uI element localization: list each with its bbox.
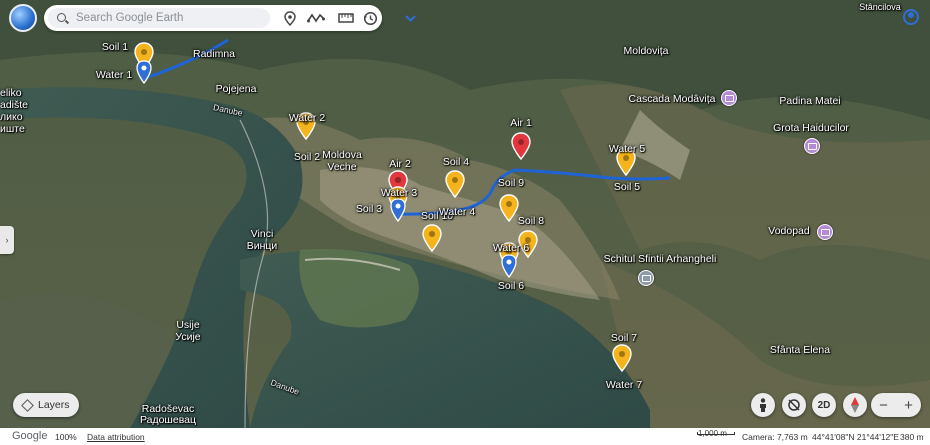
poi-waterfall-icon[interactable] — [817, 224, 833, 240]
water-1-pin[interactable] — [134, 56, 154, 84]
expand-panel-chevron-icon[interactable]: › — [0, 226, 14, 254]
account-icon[interactable] — [903, 9, 919, 25]
marker-label-water-7: Water 7 — [605, 379, 643, 391]
marker-label-soil-3: Soil 3 — [355, 203, 383, 215]
place-label-sfanta-elena: Sfânta Elena — [769, 344, 831, 356]
place-label-grota: Grota Haiducilor — [773, 122, 849, 134]
path-icon[interactable] — [305, 9, 327, 27]
place-label-radosevac-cyrillic: Радошевац — [139, 414, 197, 426]
place-label-vodopad: Vodopad — [768, 225, 810, 237]
status-bar: Google 100% Data attribution 1,000 m Cam… — [0, 428, 930, 445]
pin-icon[interactable] — [281, 9, 299, 27]
place-label-moldovita: Moldovița — [623, 45, 669, 57]
camera-altitude: Camera: 7,763 m — [742, 432, 808, 442]
marker-label-soil-6: Soil 6 — [497, 280, 525, 292]
place-label-cascada: Cascada Modâvița — [628, 93, 716, 105]
search-box — [48, 8, 270, 28]
marker-label-soil-9: Soil 9 — [497, 177, 525, 189]
history-icon[interactable] — [361, 9, 379, 27]
zoom-out-button[interactable]: − — [871, 393, 896, 417]
zoom-percent: 100% — [55, 432, 77, 442]
layers-button[interactable]: Layers — [13, 393, 79, 417]
search-toolbar — [44, 5, 416, 31]
marker-label-water-6: Water 6 — [492, 242, 530, 254]
poi-monastery-icon[interactable] — [638, 270, 654, 286]
zoom-control: − + — [871, 393, 921, 417]
tilt-off-icon[interactable] — [782, 393, 806, 417]
air-1-pin[interactable] — [511, 132, 531, 160]
marker-label-water-3: Water 3 — [380, 187, 418, 199]
place-label-vinci-cyrillic: Винци — [246, 240, 278, 252]
soil-7-pin[interactable] — [612, 344, 632, 372]
place-label-veliko-cyrillic: лико — [0, 111, 23, 123]
marker-label-soil-1: Soil 1 — [101, 41, 129, 53]
marker-label-soil-4: Soil 4 — [442, 156, 470, 168]
marker-label-soil-7: Soil 7 — [610, 332, 638, 344]
soil-10-pin[interactable] — [422, 224, 442, 252]
place-label-moldova-veche: Moldova Veche — [322, 149, 362, 173]
zoom-in-button[interactable]: + — [896, 393, 921, 417]
marker-label-soil-5: Soil 5 — [613, 181, 641, 193]
earth-map-view[interactable]: Radimna Pojejena Moldovița Cascada Modâv… — [0, 0, 930, 428]
soil-6-pin[interactable] — [499, 250, 519, 278]
layers-label: Layers — [38, 399, 70, 411]
marker-label-water-2: Water 2 — [288, 112, 326, 124]
marker-label-air-2: Air 2 — [389, 158, 411, 170]
marker-label-water-4: Water 4 — [438, 206, 476, 218]
poi-waterfall-icon[interactable] — [721, 90, 737, 106]
marker-label-water-1: Water 1 — [95, 69, 133, 81]
place-label-usije-cyrillic: Усије — [175, 331, 201, 343]
layers-icon — [21, 398, 34, 412]
compass-icon[interactable] — [843, 393, 867, 417]
search-icon — [57, 13, 66, 22]
marker-label-air-1: Air 1 — [510, 117, 532, 129]
street-view-pegman-icon[interactable] — [751, 393, 775, 417]
cursor-coordinates: 44°41'08"N 21°44'12"E — [812, 432, 899, 442]
marker-label-soil-2: Soil 2 — [293, 151, 321, 163]
place-label-padina: Padina Matei — [779, 95, 841, 107]
data-attribution-link[interactable]: Data attribution — [87, 432, 145, 442]
place-label-stancilova: Stâncilova — [859, 2, 901, 12]
place-label-pojejena: Pojejena — [215, 83, 257, 95]
place-label-radimna: Radimna — [192, 48, 236, 60]
soil-9-pin[interactable] — [499, 194, 519, 222]
marker-label-water-5: Water 5 — [608, 143, 646, 155]
chevron-down-icon[interactable] — [401, 9, 419, 27]
place-label-veliko: eliko — [0, 87, 22, 99]
place-label-gradiste: adište — [0, 99, 29, 111]
google-earth-menu-button[interactable] — [9, 4, 37, 32]
soil-4-pin[interactable] — [445, 170, 465, 198]
ruler-icon[interactable] — [336, 9, 356, 27]
view-2d-button[interactable]: 2D — [812, 393, 836, 417]
scale-bar — [697, 432, 735, 435]
place-label-gradiste-cyrillic: иште — [0, 123, 25, 135]
place-label-vinci: Vinci — [250, 228, 274, 240]
google-logo: Google — [12, 430, 48, 442]
marker-label-soil-8: Soil 8 — [517, 215, 545, 227]
poi-cave-icon[interactable] — [804, 138, 820, 154]
place-label-schitul: Schitul Sfintii Arhangheli — [603, 253, 717, 265]
cursor-elevation: 380 m — [900, 432, 924, 442]
place-label-usije: Usije — [176, 319, 200, 331]
search-input[interactable] — [76, 10, 264, 26]
